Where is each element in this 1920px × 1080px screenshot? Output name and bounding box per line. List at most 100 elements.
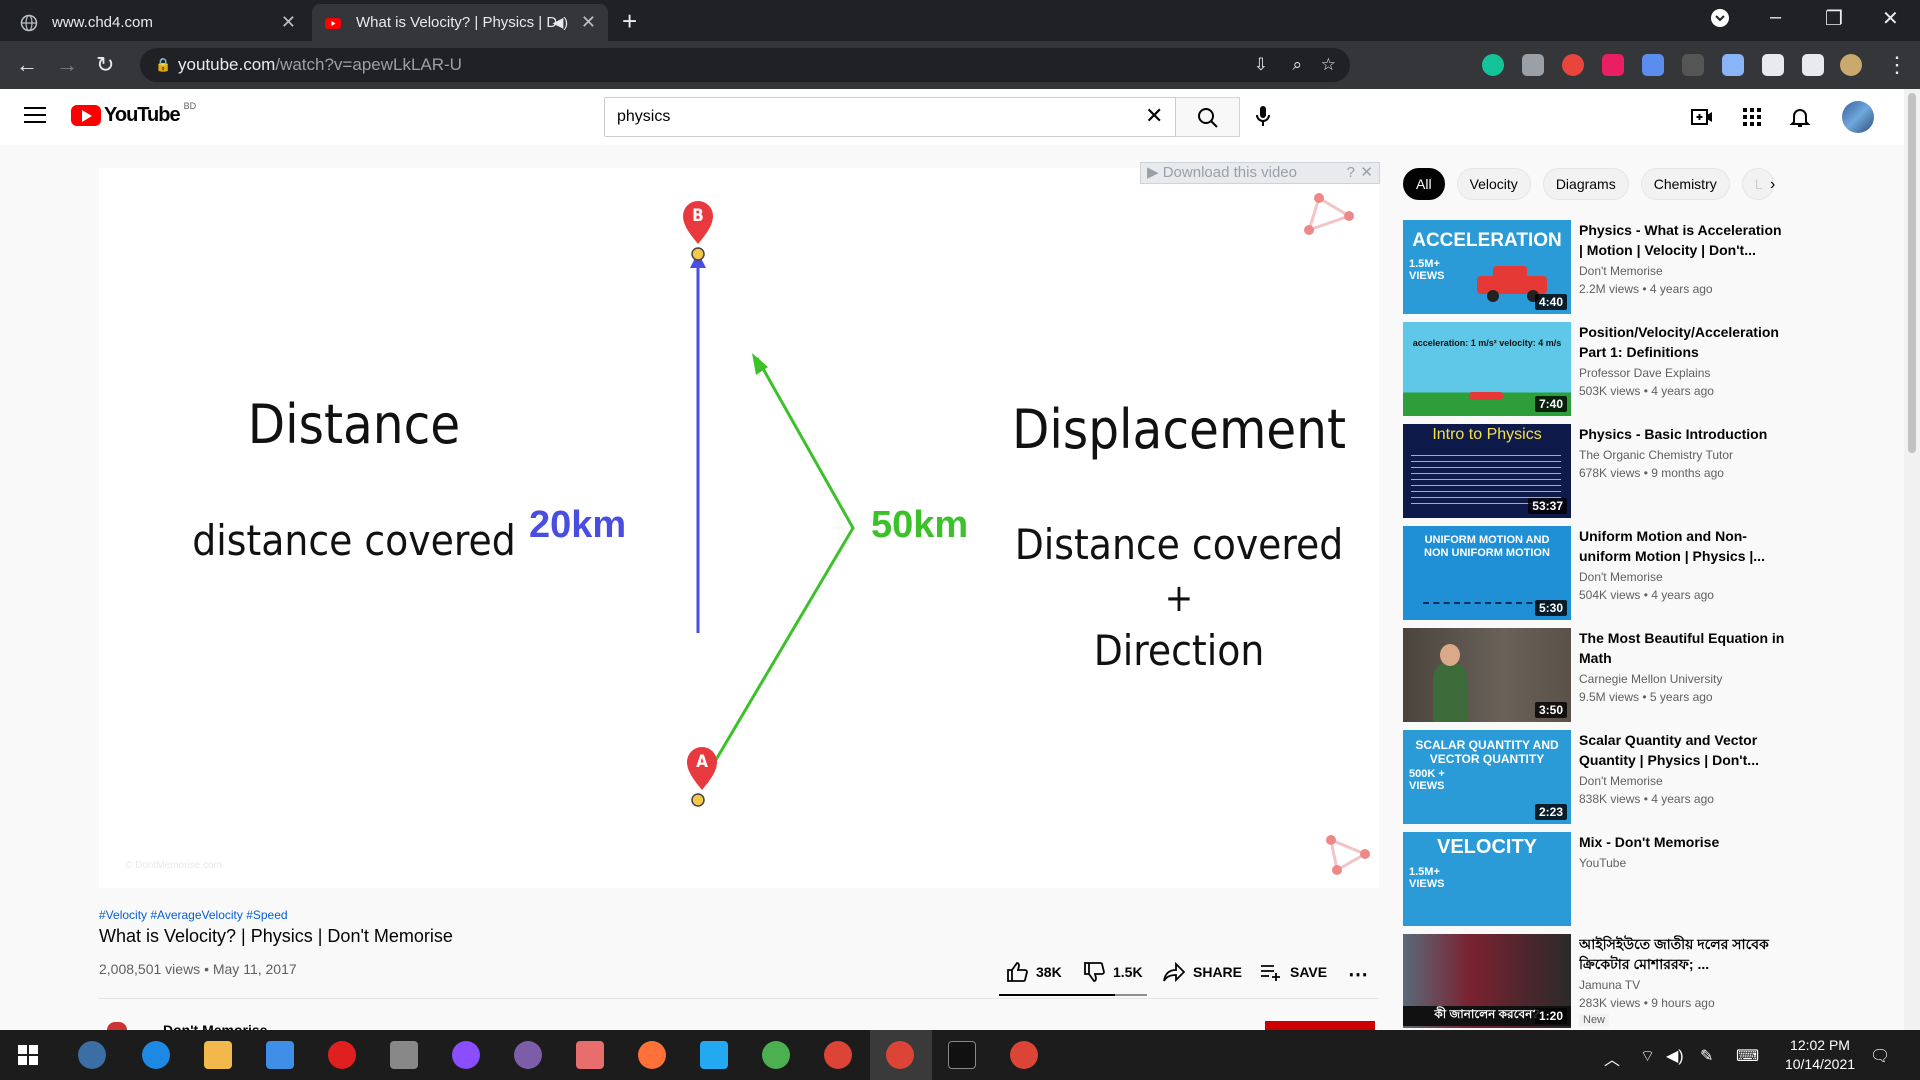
notifications-bell-icon[interactable] (1788, 105, 1812, 129)
video-thumbnail[interactable]: Intro to Physics 53:37 (1403, 424, 1571, 518)
system-clock[interactable]: 12:02 PM 10/14/2021 (1760, 1036, 1880, 1074)
recommendation-item[interactable]: UNIFORM MOTION AND NON UNIFORM MOTION 5:… (1403, 526, 1893, 620)
messenger-icon[interactable] (452, 1041, 480, 1069)
close-window-button[interactable]: ✕ (1882, 6, 1899, 31)
forward-icon[interactable]: → (56, 52, 78, 78)
back-icon[interactable]: ← (16, 52, 38, 78)
chip-chemistry[interactable]: Chemistry (1640, 168, 1730, 200)
video-thumbnail[interactable]: 3:50 (1403, 628, 1571, 722)
new-tab-button[interactable]: + (622, 6, 637, 37)
recommendation-item[interactable]: ACCELERATION 1.5M+ VIEWS 4:40 Physics - … (1403, 220, 1893, 314)
download-extension-icon[interactable] (1642, 54, 1664, 76)
save-button[interactable]: SAVE (1260, 962, 1327, 982)
help-icon[interactable]: ? (1347, 163, 1355, 183)
speaker-icon[interactable]: ◀) (553, 14, 568, 31)
create-video-icon[interactable] (1690, 105, 1714, 129)
chrome-profile-icon[interactable] (1010, 1041, 1038, 1069)
mail-icon[interactable] (266, 1041, 294, 1069)
like-ratio-bar (999, 994, 1147, 996)
divider (99, 998, 1379, 999)
video-thumbnail[interactable]: ACCELERATION 1.5M+ VIEWS 4:40 (1403, 220, 1571, 314)
scrollbar-thumb[interactable] (1908, 93, 1916, 453)
search-button[interactable] (1176, 97, 1240, 137)
youtube-logo[interactable]: YouTube BD (71, 101, 196, 127)
opera-icon[interactable] (328, 1041, 356, 1069)
recommendation-item[interactable]: acceleration: 1 m/s² velocity: 4 m/s 7:4… (1403, 322, 1893, 416)
github-icon[interactable] (514, 1041, 542, 1069)
windows-start-icon[interactable] (18, 1045, 38, 1065)
chip-diagrams[interactable]: Diagrams (1542, 168, 1629, 200)
video-thumbnail[interactable]: acceleration: 1 m/s² velocity: 4 m/s 7:4… (1403, 322, 1571, 416)
apps-grid-icon[interactable] (1740, 105, 1764, 129)
share-button[interactable]: SHARE (1163, 962, 1242, 982)
recommendation-item[interactable]: কী জানালেন করবেন? 1:20 আইসিইউতে জাতীয় দ… (1403, 934, 1893, 1028)
satellite-icon[interactable] (390, 1041, 418, 1069)
grammarly-extension-icon[interactable] (1482, 54, 1504, 76)
close-tab-icon[interactable]: ✕ (581, 12, 596, 33)
video-hashtags[interactable]: #Velocity #AverageVelocity #Speed (99, 908, 288, 922)
edge-icon[interactable] (142, 1041, 170, 1069)
firefox-icon[interactable] (638, 1041, 666, 1069)
user-avatar[interactable] (1842, 101, 1874, 133)
tray-overflow-icon[interactable]: ︿ (1604, 1046, 1620, 1070)
bookmark-star-icon[interactable]: ☆ (1321, 48, 1336, 82)
chip-velocity[interactable]: Velocity (1456, 168, 1531, 200)
pen-extension-icon[interactable] (1722, 54, 1744, 76)
video-thumbnail[interactable]: কী জানালেন করবেন? 1:20 (1403, 934, 1571, 1028)
like-button[interactable]: 38K (1006, 962, 1062, 982)
reload-icon[interactable]: ↻ (96, 52, 114, 78)
minimize-button[interactable]: – (1770, 6, 1781, 29)
recommendation-item[interactable]: SCALAR QUANTITY AND VECTOR QUANTITY 500K… (1403, 730, 1893, 824)
dislike-button[interactable]: 1.5K (1083, 962, 1143, 982)
edge-dev-icon[interactable] (762, 1041, 790, 1069)
extensions-puzzle-icon[interactable] (1762, 54, 1784, 76)
notification-center-icon[interactable]: 🗨 (1870, 1046, 1890, 1066)
color-extension-icon[interactable] (1562, 54, 1584, 76)
keyboard-icon[interactable]: ⌨ (1736, 1046, 1759, 1066)
subscribe-button[interactable] (1265, 1021, 1375, 1030)
tab-search-icon[interactable] (1710, 8, 1730, 34)
search-input[interactable]: physics (604, 97, 1176, 137)
zoom-icon[interactable]: ⌕ (1292, 48, 1302, 82)
screen-extension-icon[interactable] (1682, 54, 1704, 76)
browser-menu-icon[interactable]: ⋮ (1886, 52, 1908, 78)
browser-tab-chd4[interactable]: www.chd4.com ✕ (8, 4, 308, 41)
microphone-icon[interactable] (1256, 105, 1270, 127)
chrome-active-icon[interactable] (886, 1041, 914, 1069)
close-icon[interactable]: ✕ (1360, 163, 1373, 183)
clear-search-icon[interactable]: ✕ (1145, 103, 1163, 129)
close-tab-icon[interactable]: ✕ (281, 12, 296, 33)
video-player[interactable]: B A Distance distance covered 20km 50km … (99, 168, 1379, 888)
terminal-icon[interactable] (948, 1041, 976, 1069)
pen-icon[interactable]: ✎ (1700, 1046, 1713, 1066)
recommendation-item[interactable]: VELOCITY 1.5M+ VIEWS Mix - Don't Memoris… (1403, 832, 1893, 926)
file-explorer-icon[interactable] (204, 1041, 232, 1069)
wifi-icon[interactable]: ⌔ (1640, 1046, 1655, 1066)
more-actions-icon[interactable]: ⋯ (1348, 962, 1368, 987)
play-extension-icon[interactable] (1602, 54, 1624, 76)
video-thumbnail[interactable]: UNIFORM MOTION AND NON UNIFORM MOTION 5:… (1403, 526, 1571, 620)
video-thumbnail[interactable]: VELOCITY 1.5M+ VIEWS (1403, 832, 1571, 926)
recommendation-item[interactable]: Intro to Physics 53:37 Physics - Basic I… (1403, 424, 1893, 518)
browser-tab-youtube[interactable]: What is Velocity? | Physics | D ◀) ✕ (312, 4, 608, 41)
address-bar[interactable]: 🔒 youtube.com/watch?v=apewLkLAR-U ⇩ ⌕ ☆ (140, 48, 1350, 82)
download-video-bar[interactable]: ▶ Download this video ? ✕ (1140, 162, 1380, 184)
qbittorrent-icon[interactable] (78, 1041, 106, 1069)
chip-all[interactable]: All (1403, 168, 1445, 200)
page-scrollbar[interactable] (1904, 89, 1920, 1030)
volume-icon[interactable]: ◀) (1666, 1046, 1684, 1066)
media-control-icon[interactable] (1802, 54, 1824, 76)
recommendation-item[interactable]: 3:50 The Most Beautiful Equation in Math… (1403, 628, 1893, 722)
camera-extension-icon[interactable] (1522, 54, 1544, 76)
chip-partial[interactable]: L (1741, 168, 1774, 200)
maximize-button[interactable]: ❐ (1825, 6, 1843, 31)
install-icon[interactable]: ⇩ (1254, 48, 1268, 82)
channel-avatar[interactable] (107, 1022, 127, 1030)
vscode-icon[interactable] (700, 1041, 728, 1069)
chevron-right-icon[interactable]: › (1770, 176, 1775, 194)
profile-avatar[interactable] (1840, 54, 1862, 76)
chrome-icon[interactable] (824, 1041, 852, 1069)
hamburger-menu-icon[interactable] (24, 107, 46, 123)
video-thumbnail[interactable]: SCALAR QUANTITY AND VECTOR QUANTITY 500K… (1403, 730, 1571, 824)
paint-icon[interactable] (576, 1041, 604, 1069)
